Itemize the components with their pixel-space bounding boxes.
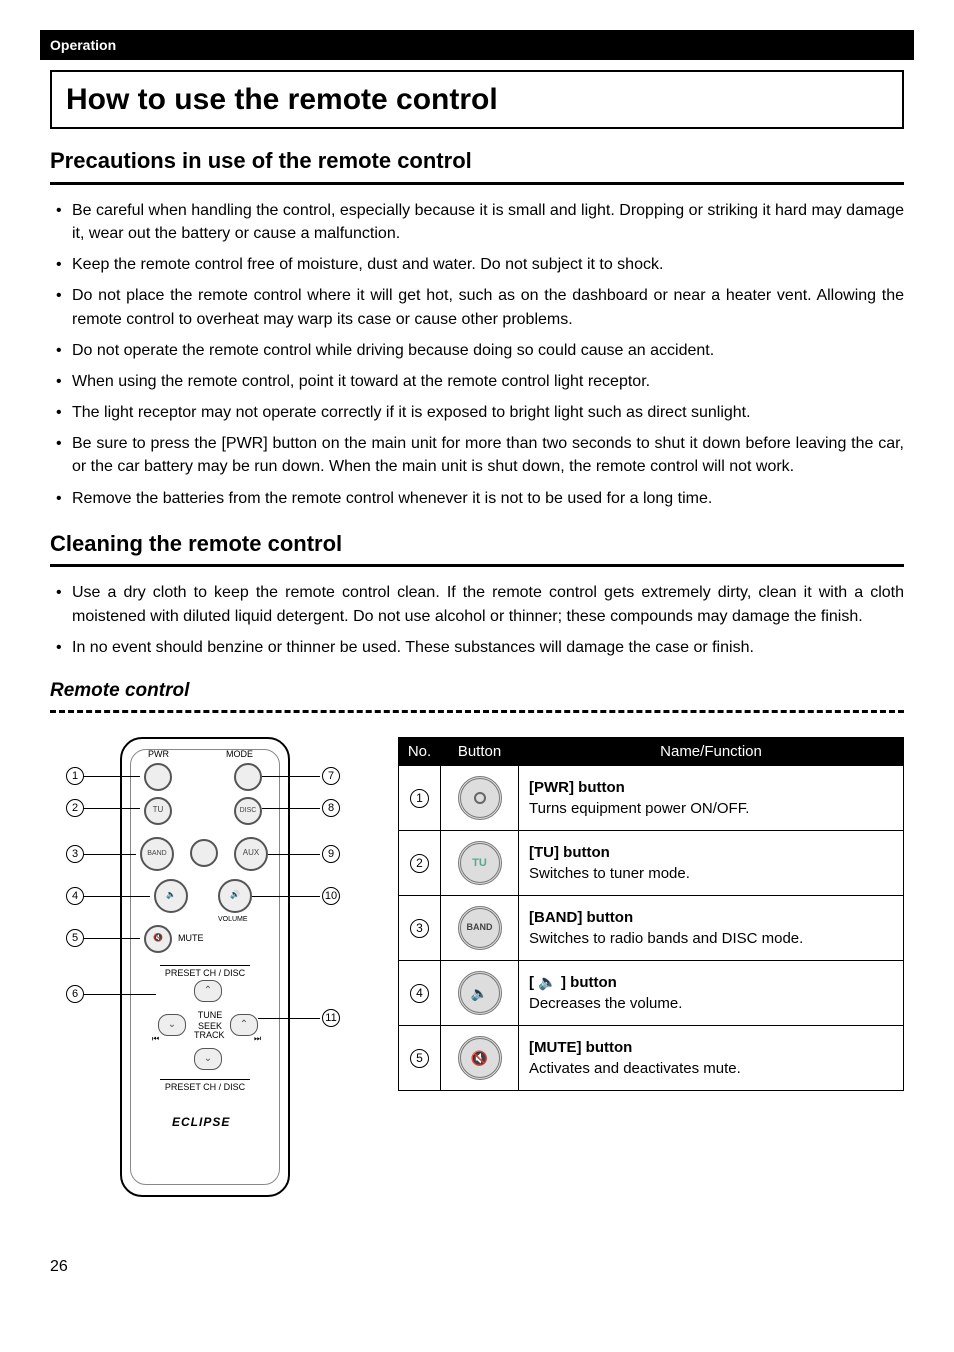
disc-button-icon: DISC [234,797,262,825]
table-row: 2 TU [TU] button Switches to tuner mode. [399,831,904,896]
row-no: 4 [410,984,429,1003]
button-reference-table: No. Button Name/Function 1 [PWR] button T… [398,737,904,1092]
mute-button-icon: 🔇 [144,925,172,953]
remote-diagram: PWR MODE TU DISC BAND AUX 🔈 🔊 VOLUME 🔇 M… [50,737,370,1217]
vol-up-icon: 🔊 [218,879,252,913]
table-row: 5 🔇 [MUTE] button Activates and deactivat… [399,1026,904,1091]
dpad-right-icon: ⌃ [230,1014,258,1036]
row-desc: Switches to tuner mode. [529,865,690,882]
aux-button-icon: AUX [234,837,268,871]
table-row: 3 BAND [BAND] button Switches to radio ba… [399,896,904,961]
track-label: TRACK [194,1030,225,1042]
callout-7: 7 [322,767,340,785]
tu-button-icon: TU [144,797,172,825]
row-no: 3 [410,919,429,938]
col-function: Name/Function [519,737,904,766]
cleaning-list: Use a dry cloth to keep the remote contr… [50,581,904,659]
dpad-left-icon: ⌄ [158,1014,186,1036]
volume-label: VOLUME [218,915,248,924]
callout-6: 6 [66,985,84,1003]
row-desc: Switches to radio bands and DISC mode. [529,930,803,947]
callout-8: 8 [322,799,340,817]
callout-1: 1 [66,767,84,785]
list-item: Be sure to press the [PWR] button on the… [50,432,904,478]
list-item: When using the remote control, point it … [50,370,904,393]
tu-button-graphic: TU [458,841,502,885]
row-desc: Decreases the volume. [529,995,682,1012]
preset-bottom-label: PRESET CH / DISC [160,1079,250,1094]
brand-label: ECLIPSE [172,1115,230,1131]
center-button-icon [190,839,218,867]
precautions-list: Be careful when handling the control, es… [50,199,904,510]
band-button-graphic: BAND [458,906,502,950]
mode-button-icon [234,763,262,791]
row-name: [TU] button [529,843,893,863]
callout-11: 11 [322,1009,340,1027]
callout-2: 2 [66,799,84,817]
cleaning-heading: Cleaning the remote control [50,530,904,568]
list-item: Remove the batteries from the remote con… [50,487,904,510]
row-no: 5 [410,1049,429,1068]
col-button: Button [441,737,519,766]
dpad: ⌃ ⌄ ⌃ ⌄ TUNE SEEK TRACK ⏮ ⏭ [158,984,258,1084]
list-item: Be careful when handling the control, es… [50,199,904,245]
list-item: In no event should benzine or thinner be… [50,636,904,659]
callout-3: 3 [66,845,84,863]
voldown-button-graphic: 🔈 [458,971,502,1015]
row-name: [ 🔈 ] button [529,973,893,993]
dashed-divider [50,710,904,713]
list-item: The light receptor may not operate corre… [50,401,904,424]
list-item: Keep the remote control free of moisture… [50,253,904,276]
row-no: 2 [410,854,429,873]
row-name: [MUTE] button [529,1038,893,1058]
table-row: 4 🔈 [ 🔈 ] button Decreases the volume. [399,961,904,1026]
callout-4: 4 [66,887,84,905]
dpad-down-icon: ⌄ [194,1048,222,1070]
list-item: Do not operate the remote control while … [50,339,904,362]
mute-label: MUTE [178,933,204,945]
row-desc: Activates and deactivates mute. [529,1060,741,1077]
page-title: How to use the remote control [50,70,904,129]
row-desc: Turns equipment power ON/OFF. [529,800,749,817]
remote-body-outline: PWR MODE TU DISC BAND AUX 🔈 🔊 VOLUME 🔇 M… [120,737,290,1197]
pwr-button-graphic [458,776,502,820]
callout-9: 9 [322,845,340,863]
mode-label: MODE [226,749,253,761]
row-name: [PWR] button [529,778,893,798]
list-item: Do not place the remote control where it… [50,284,904,330]
page-number: 26 [50,1257,904,1278]
remote-subheading: Remote control [50,679,904,704]
preset-top-label: PRESET CH / DISC [160,965,250,980]
pwr-button-icon [144,763,172,791]
precautions-heading: Precautions in use of the remote control [50,147,904,185]
pwr-label: PWR [148,749,169,761]
list-item: Use a dry cloth to keep the remote contr… [50,581,904,627]
dpad-up-icon: ⌃ [194,980,222,1002]
band-button-icon: BAND [140,837,174,871]
table-row: 1 [PWR] button Turns equipment power ON/O… [399,766,904,831]
vol-down-icon: 🔈 [154,879,188,913]
mute-button-graphic: 🔇 [458,1036,502,1080]
callout-5: 5 [66,929,84,947]
col-no: No. [399,737,441,766]
callout-10: 10 [322,887,340,905]
row-name: [BAND] button [529,908,893,928]
section-header: Operation [40,30,914,60]
row-no: 1 [410,789,429,808]
